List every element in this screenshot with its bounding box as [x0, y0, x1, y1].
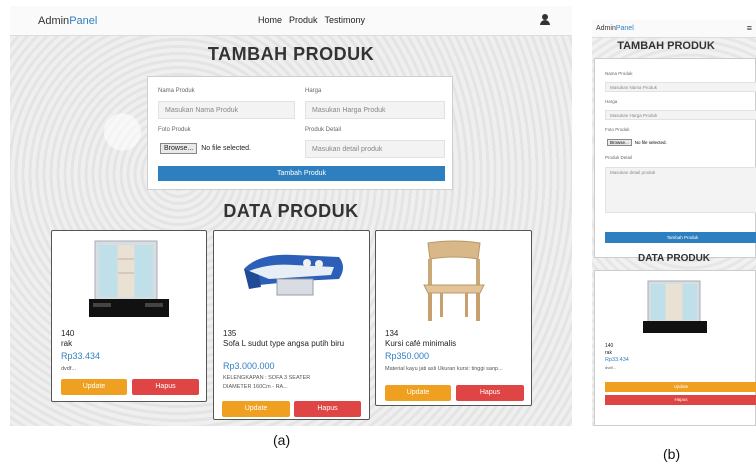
tambah-produk-button[interactable]: Tambah Produk: [605, 232, 756, 243]
navbar: AdminPanel ≡: [592, 20, 756, 38]
add-product-form: Nama Produk Masukan Nama Produk Harga Ma…: [594, 58, 756, 258]
product-desc: Material kayu jati asli Ukuran kursi: ti…: [385, 366, 503, 372]
update-button[interactable]: Update: [605, 382, 756, 392]
update-button[interactable]: Update: [61, 379, 127, 395]
browse-button[interactable]: Browse...: [160, 143, 198, 154]
page-title: TAMBAH PRODUK: [617, 40, 715, 52]
desktop-screenshot: AdminPanel Home Produk Testimony TAMBAH …: [10, 6, 572, 426]
product-card: 140 rak Rp33.434 dvdf... Update Hapus: [594, 270, 756, 426]
product-id: 134: [385, 329, 399, 338]
product-id: 135: [223, 329, 237, 338]
product-id: 140: [61, 329, 75, 338]
shelf-cabinet-image: [89, 240, 169, 317]
update-button[interactable]: Update: [385, 385, 451, 401]
browse-button[interactable]: Browse...: [607, 139, 632, 146]
product-name: Kursi café minimalis: [385, 339, 457, 348]
file-input[interactable]: Browse... No file selected.: [607, 139, 667, 146]
harga-label: Harga: [605, 99, 618, 104]
harga-label: Harga: [305, 88, 322, 94]
hapus-button[interactable]: Hapus: [294, 401, 361, 417]
product-price: Rp350.000: [385, 351, 430, 361]
file-status: No file selected.: [201, 145, 251, 152]
nav-home[interactable]: Home: [258, 15, 282, 25]
nav-links: Home Produk Testimony: [258, 15, 365, 25]
product-price: Rp33.434: [61, 351, 101, 361]
caption-a: (a): [273, 432, 291, 448]
harga-input[interactable]: Masukan Harga Produk: [305, 101, 445, 119]
hapus-button[interactable]: Hapus: [132, 379, 199, 395]
product-card: 135 Sofa L sudut type angsa putih biru R…: [213, 230, 370, 420]
product-price: Rp33.434: [605, 357, 629, 363]
product-name: Sofa L sudut type angsa putih biru: [223, 339, 345, 348]
nama-label: Nama Produk: [605, 71, 633, 76]
shelf-cabinet-image: [643, 280, 707, 333]
harga-input[interactable]: Masukan Harga Produk: [605, 110, 756, 120]
data-title: DATA PRODUK: [223, 201, 359, 221]
product-desc: dvdf...: [61, 366, 76, 372]
product-price: Rp3.000.000: [223, 361, 275, 371]
detail-label: Produk Detail: [605, 155, 633, 160]
mobile-screenshot: AdminPanel ≡ TAMBAH PRODUK Nama Produk M…: [592, 20, 756, 426]
hamburger-icon[interactable]: ≡: [747, 23, 752, 33]
hapus-button[interactable]: Hapus: [456, 385, 524, 401]
product-card: 140 rak Rp33.434 dvdf... Update Hapus: [51, 230, 207, 402]
product-id: 140: [605, 343, 614, 349]
nav-testimony[interactable]: Testimony: [325, 15, 366, 25]
product-card: 134 Kursi café minimalis Rp350.000 Mater…: [375, 230, 532, 406]
foto-label: Foto Produk: [605, 127, 630, 132]
product-desc: KELENGKAPAN : SOFA 3 SEATER DIAMETER 160…: [223, 375, 311, 390]
nama-input[interactable]: Masukan Nama Produk: [158, 101, 295, 119]
wooden-chair-image: [423, 240, 485, 321]
foto-label: Foto Produk: [158, 127, 191, 133]
detail-input[interactable]: Masukan detail produk: [605, 167, 756, 213]
detail-input[interactable]: Masukan detail produk: [305, 140, 445, 158]
page-title: TAMBAH PRODUK: [207, 44, 375, 64]
file-status: No file selected.: [634, 140, 667, 145]
tambah-produk-button[interactable]: Tambah Produk: [158, 166, 445, 181]
brand-logo[interactable]: AdminPanel: [38, 15, 97, 27]
product-name: rak: [61, 339, 73, 348]
sofa-image: [244, 254, 343, 296]
data-title: DATA PRODUK: [637, 253, 711, 264]
navbar: AdminPanel Home Produk Testimony: [10, 6, 572, 36]
caption-b: (b): [663, 446, 681, 462]
user-icon[interactable]: [540, 14, 550, 26]
nav-produk[interactable]: Produk: [289, 15, 318, 25]
product-name: rak: [605, 350, 612, 356]
update-button[interactable]: Update: [222, 401, 290, 417]
product-desc: dvdf...: [605, 365, 616, 370]
nama-label: Nama Produk: [158, 88, 195, 94]
hapus-button[interactable]: Hapus: [605, 395, 756, 405]
file-input[interactable]: Browse... No file selected.: [160, 143, 251, 154]
nama-input[interactable]: Masukan Nama Produk: [605, 82, 756, 92]
brand-logo[interactable]: AdminPanel: [596, 25, 634, 32]
detail-label: Produk Detail: [305, 127, 342, 133]
add-product-form: Nama Produk Masukan Nama Produk Harga Ma…: [147, 76, 453, 190]
